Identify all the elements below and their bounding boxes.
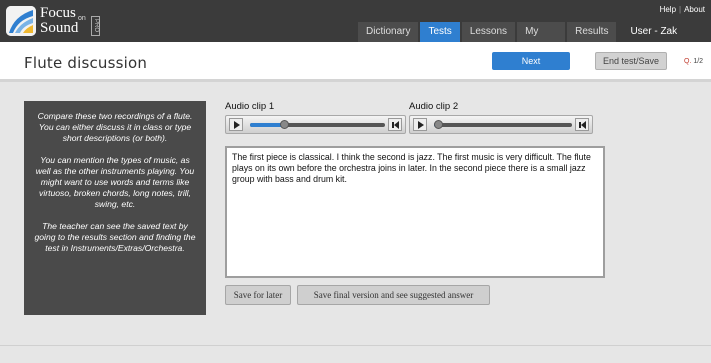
- divider: [0, 345, 711, 346]
- instruction-paragraph: Compare these two recordings of a flute.…: [37, 111, 193, 143]
- focus-on-sound-logo[interactable]: Focus Sound on PRO: [4, 4, 104, 38]
- question-value: 1/2: [693, 58, 704, 65]
- instruction-paragraph: You can mention the types of music, as w…: [35, 155, 195, 209]
- tab-my-class[interactable]: My Class: [517, 22, 566, 57]
- play-icon[interactable]: [229, 118, 243, 131]
- instructions-panel: Compare these two recordings of a flute.…: [24, 101, 206, 315]
- main-tabs: Dictionary Tests Lessons My Class Result…: [356, 22, 711, 57]
- question-counter: Q. 1/2: [684, 58, 703, 65]
- play-icon[interactable]: [413, 118, 427, 131]
- page-title: Flute discussion: [24, 54, 148, 72]
- logo-wordmark: Focus Sound: [40, 5, 79, 36]
- save-for-later-button[interactable]: Save for later: [225, 285, 291, 305]
- logo-on-text: on: [78, 15, 86, 22]
- tab-dictionary[interactable]: Dictionary: [358, 22, 419, 42]
- audio-player: [409, 115, 593, 134]
- top-links: Help | About: [659, 5, 705, 14]
- seek-bar[interactable]: [434, 120, 572, 129]
- audio-clip-label: Audio clip 1: [225, 101, 275, 112]
- tab-results[interactable]: Results: [567, 22, 617, 42]
- page-header: Flute discussion Next End test/Save Q. 1…: [0, 42, 711, 82]
- about-link[interactable]: About: [684, 5, 705, 14]
- logo-pro-badge: PRO: [91, 16, 100, 36]
- top-navigation-bar: Focus Sound on PRO Help | About Dictionary…: [0, 0, 711, 57]
- seek-handle[interactable]: [434, 120, 443, 129]
- user-label: User - Zak Goldberg: [630, 26, 678, 57]
- help-link[interactable]: Help: [660, 5, 676, 14]
- logo-mark-icon: [6, 6, 36, 36]
- seek-handle[interactable]: [280, 120, 289, 129]
- answer-textarea[interactable]: [225, 146, 605, 278]
- audio-clip-1: Audio clip 1: [225, 101, 406, 134]
- instruction-paragraph: The teacher can see the saved text by go…: [34, 221, 196, 253]
- rewind-icon[interactable]: [575, 118, 589, 131]
- audio-player: [225, 115, 406, 134]
- rewind-icon[interactable]: [388, 118, 402, 131]
- tab-lessons[interactable]: Lessons: [461, 22, 516, 42]
- seek-bar[interactable]: [250, 120, 385, 129]
- end-test-save-button[interactable]: End test/Save: [595, 52, 667, 70]
- question-prefix: Q.: [684, 58, 692, 65]
- next-button[interactable]: Next: [492, 52, 570, 70]
- seek-progress: [250, 123, 284, 127]
- audio-clip-label: Audio clip 2: [409, 101, 459, 112]
- save-final-button[interactable]: Save final version and see suggested ans…: [297, 285, 490, 305]
- tab-tests[interactable]: Tests: [420, 22, 460, 42]
- audio-clip-2: Audio clip 2: [409, 101, 593, 134]
